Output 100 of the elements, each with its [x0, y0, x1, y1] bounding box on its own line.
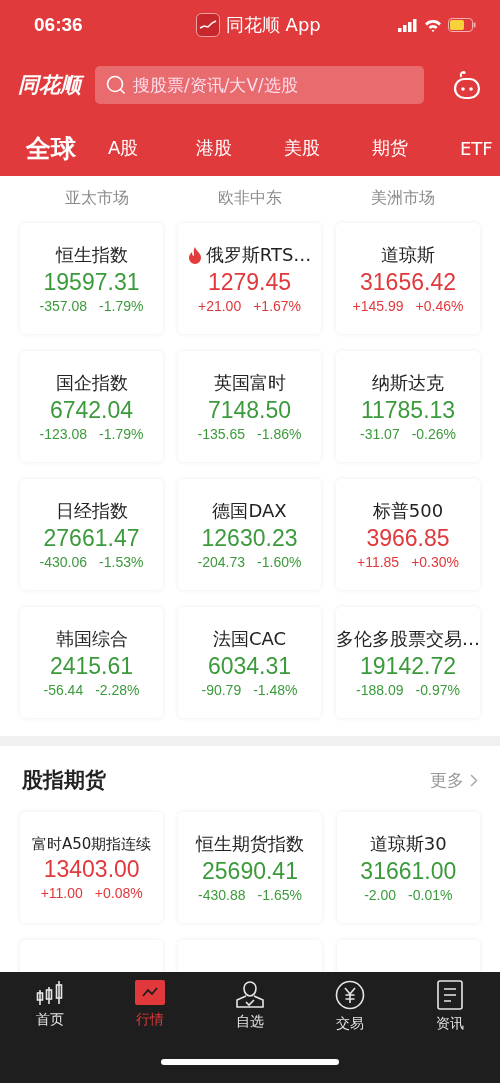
index-card[interactable]: 英国富时 7148.50 -135.65 -1.86% [178, 351, 321, 462]
app-icon [195, 13, 220, 37]
yen-icon [335, 980, 365, 1010]
document-icon [437, 980, 463, 1010]
section-title: 股指期货 [22, 767, 106, 794]
person-icon [235, 980, 265, 1008]
index-card[interactable]: 韩国综合 2415.61 -56.44 -2.28% [20, 607, 163, 718]
index-name: 俄罗斯RTS… [205, 243, 312, 267]
index-card[interactable]: 国企指数 6742.04 -123.08 -1.79% [20, 351, 163, 462]
index-card[interactable]: 道琼斯 31656.42 +145.99 +0.46% [336, 223, 480, 334]
futures-change: +11.00 [40, 884, 83, 901]
index-change: -204.73 [197, 554, 246, 570]
index-change: -135.65 [197, 426, 246, 442]
battery-icon [448, 18, 476, 32]
search-icon [106, 75, 126, 95]
futures-change: -2.00 [364, 887, 397, 903]
index-change: +145.99 [352, 298, 404, 314]
index-value: 27661.47 [43, 525, 140, 552]
index-name: 日经指数 [55, 499, 128, 523]
index-value: 6742.04 [49, 397, 134, 424]
index-card[interactable]: 恒生指数 19597.31 -357.08 -1.79% [20, 223, 163, 334]
futures-name: 富时A50期指连续 [32, 834, 152, 854]
index-percent: -0.97% [415, 682, 460, 698]
index-percent: -1.79% [99, 298, 144, 314]
chart-icon [135, 980, 165, 1006]
status-time: 06:36 [34, 14, 83, 36]
futures-name: 恒生期货指数 [196, 832, 304, 856]
index-value: 31656.42 [360, 269, 456, 296]
nav-tab[interactable]: 自选 [215, 980, 285, 1033]
futures-percent: +0.08% [94, 884, 143, 901]
index-card[interactable]: 标普500 3966.85 +11.85 +0.30% [336, 479, 480, 590]
index-card[interactable]: 俄罗斯RTS… 1279.45 +21.00 +1.67% [178, 223, 321, 334]
futures-name: 道琼斯30 [369, 832, 447, 856]
futures-card[interactable]: 富时A50期指连续 13403.00 +11.00 +0.08% [20, 812, 164, 923]
index-card[interactable]: 纳斯达克 11785.13 -31.07 -0.26% [336, 351, 480, 462]
index-percent: -1.86% [257, 426, 302, 442]
robot-icon[interactable] [452, 70, 482, 100]
index-percent: -1.60% [257, 554, 302, 570]
candlestick-icon [35, 980, 65, 1006]
market-tab[interactable]: A股 [92, 136, 180, 160]
index-name: 纳斯达克 [372, 371, 444, 395]
index-percent: +1.67% [253, 298, 302, 314]
market-tab[interactable]: 港股 [180, 136, 268, 160]
futures-percent: -0.01% [408, 887, 453, 903]
index-percent: +0.30% [411, 554, 459, 570]
index-card[interactable]: 法国CAC 6034.31 -90.79 -1.48% [178, 607, 321, 718]
index-name: 法国CAC [212, 627, 287, 651]
index-value: 11785.13 [360, 397, 456, 424]
index-change: +21.00 [197, 298, 242, 314]
index-value: 1279.45 [207, 269, 292, 296]
index-percent: -0.26% [411, 426, 457, 442]
market-tab[interactable]: 美股 [268, 136, 356, 160]
market-tab[interactable]: ETF [444, 137, 500, 159]
index-value: 2415.61 [49, 653, 134, 680]
index-change: +11.85 [356, 554, 400, 570]
nav-tab[interactable]: 首页 [15, 980, 85, 1033]
signal-icon [398, 18, 418, 32]
index-name: 国企指数 [55, 371, 128, 395]
futures-change: -430.88 [198, 887, 246, 903]
region-heading: 欧非中东 [217, 188, 283, 209]
index-value: 12630.23 [201, 525, 298, 552]
nav-tab[interactable]: 交易 [315, 980, 385, 1033]
chevron-icon [470, 773, 478, 787]
index-name: 恒生指数 [55, 243, 128, 267]
market-tab[interactable]: 期货 [356, 136, 444, 160]
futures-percent: -1.65% [257, 887, 302, 903]
index-name: 道琼斯 [381, 243, 435, 267]
nav-tab[interactable]: 资讯 [415, 980, 485, 1033]
index-change: -188.09 [356, 682, 404, 698]
index-change: -123.08 [39, 426, 88, 442]
wifi-icon [424, 18, 442, 32]
index-change: -31.07 [359, 426, 400, 442]
index-percent: -1.53% [99, 554, 144, 570]
index-name: 韩国综合 [55, 627, 128, 651]
index-card[interactable]: 日经指数 27661.47 -430.06 -1.53% [20, 479, 163, 590]
futures-card[interactable]: 道琼斯30 31661.00 -2.00 -0.01% [336, 812, 480, 923]
index-name: 德国DAX [212, 499, 287, 523]
index-name: 英国富时 [213, 371, 286, 395]
index-card[interactable]: 多伦多股票交易… 19142.72 -188.09 -0.97% [336, 607, 480, 718]
index-card[interactable]: 德国DAX 12630.23 -204.73 -1.60% [178, 479, 321, 590]
index-value: 3966.85 [366, 525, 450, 552]
nav-tab[interactable]: 行情 [115, 980, 185, 1033]
index-name: 标普500 [372, 499, 444, 523]
index-value: 19142.72 [360, 653, 456, 680]
index-percent: -2.28% [95, 682, 140, 698]
index-value: 19597.31 [43, 269, 140, 296]
index-value: 7148.50 [207, 397, 292, 424]
futures-value: 13403.00 [43, 855, 140, 883]
index-change: -357.08 [39, 298, 88, 314]
index-percent: -1.79% [99, 426, 144, 442]
index-change: -430.06 [39, 554, 88, 570]
app-title: 同花顺 App [225, 13, 321, 37]
region-heading: 美洲市场 [370, 188, 437, 209]
index-name: 多伦多股票交易… [336, 627, 480, 651]
region-heading: 亚太市场 [63, 188, 130, 209]
futures-value: 31661.00 [360, 858, 457, 885]
index-change: -90.79 [201, 682, 242, 698]
index-percent: -1.48% [253, 682, 298, 698]
market-tab[interactable]: 全球 [10, 131, 92, 165]
futures-card[interactable]: 恒生期货指数 25690.41 -430.88 -1.65% [178, 812, 322, 923]
